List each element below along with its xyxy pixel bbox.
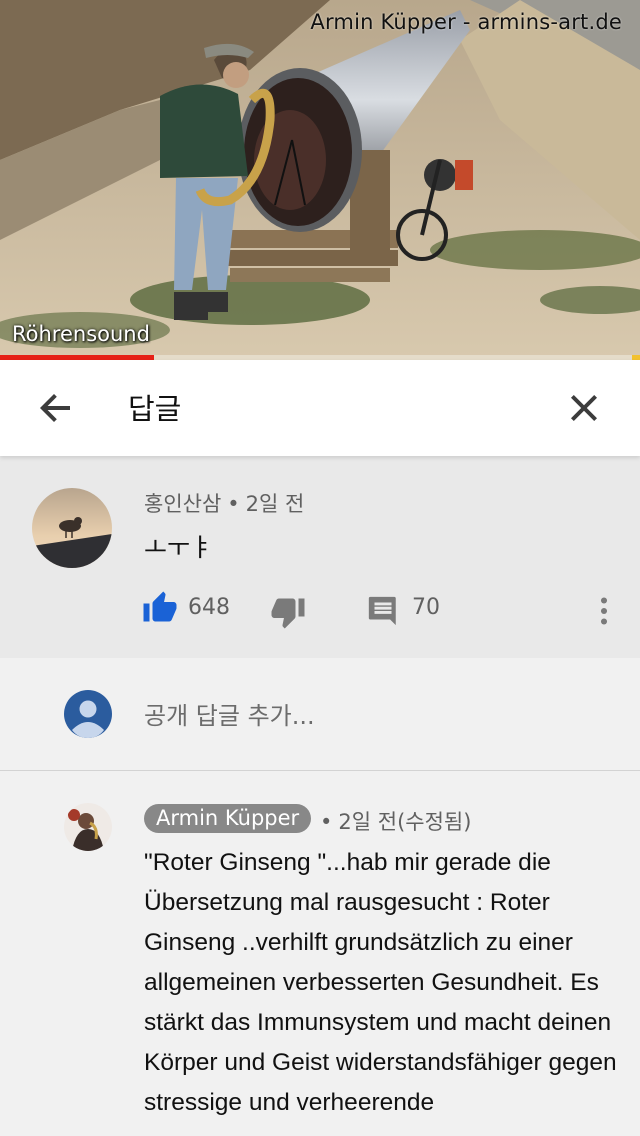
video-watermark: Armin Küpper - armins-art.de (310, 10, 622, 34)
arrow-left-icon[interactable] (36, 388, 76, 428)
video-caption: Röhrensound (12, 322, 150, 346)
reply-count: 70 (412, 595, 440, 620)
add-reply-row: 공개 답글 추가... (0, 658, 640, 771)
like-count: 648 (188, 595, 230, 620)
reply-text: "Roter Ginseng "...hab mir gerade die Üb… (144, 849, 617, 1116)
page-title: 답글 (128, 392, 182, 426)
author-chip[interactable]: Armin Küpper (144, 804, 312, 833)
video-frame (0, 0, 640, 360)
reply-time: 2일 전(수정됨) (338, 810, 472, 834)
comment-text: ㅗㅜㅑ (144, 533, 214, 562)
reply-avatar[interactable] (64, 803, 112, 851)
video-player[interactable]: Armin Küpper - armins-art.de Röhrensound (0, 0, 640, 360)
parent-comment: 홍인산삼 • 2일 전 ㅗㅜㅑ 648 70 (0, 456, 640, 658)
avatar[interactable] (32, 488, 112, 568)
user-avatar-icon (64, 690, 112, 738)
replies-header: 답글 (0, 360, 640, 456)
reply-input[interactable]: 공개 답글 추가... (144, 696, 315, 731)
comment-author[interactable]: 홍인산삼 (144, 492, 221, 516)
thumb-up-icon[interactable] (142, 590, 178, 626)
reply-meta: • 2일 전(수정됨) (320, 806, 471, 836)
meta-separator: • (227, 492, 240, 516)
close-icon[interactable] (564, 388, 604, 428)
comment-time: 2일 전 (245, 492, 305, 516)
comment-icon[interactable] (366, 594, 400, 628)
comment-meta: 홍인산삼 • 2일 전 (144, 488, 304, 518)
meta-separator: • (320, 810, 333, 834)
more-vert-icon[interactable] (590, 594, 618, 628)
reply-comment: Armin Küpper • 2일 전(수정됨) "Roter Ginseng "… (0, 771, 640, 1136)
thumb-down-icon[interactable] (270, 594, 306, 630)
